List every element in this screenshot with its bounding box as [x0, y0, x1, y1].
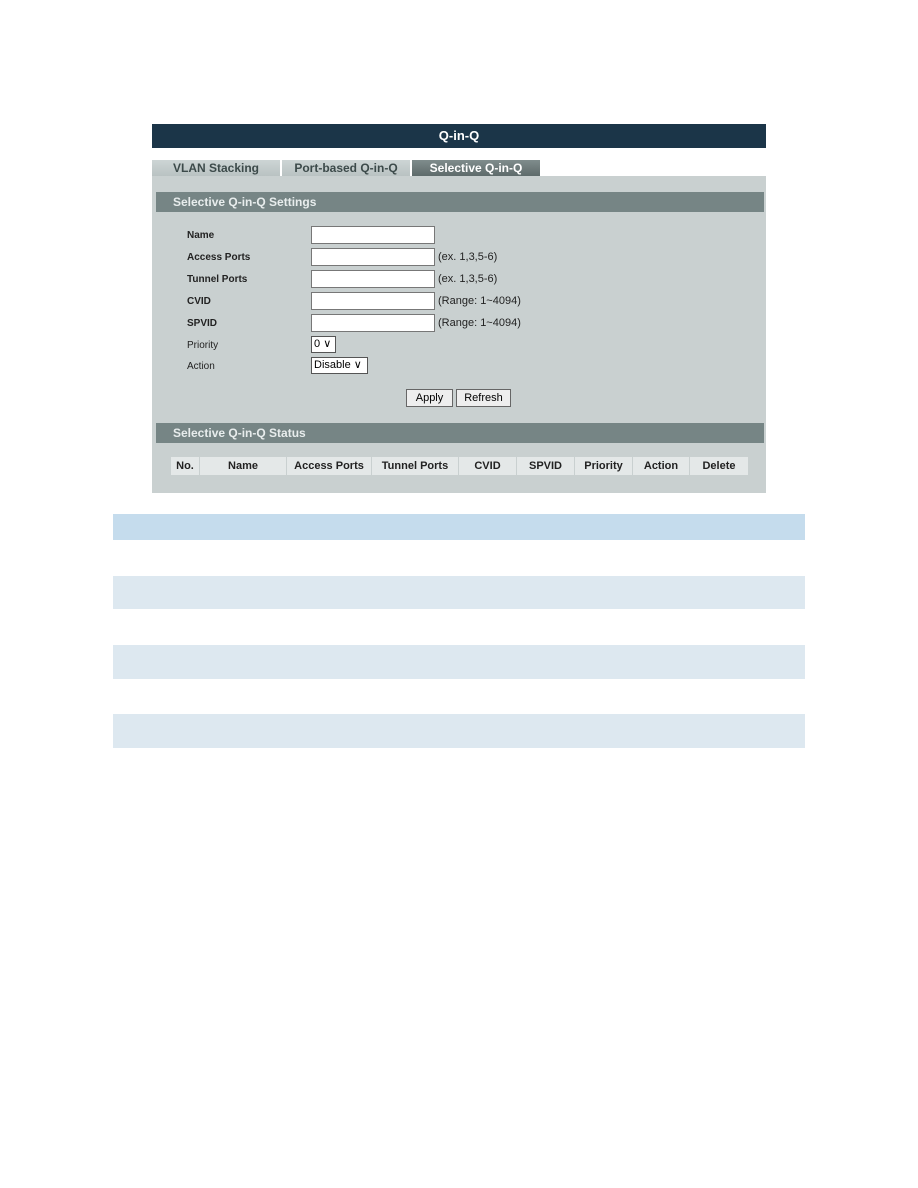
col-no: No. — [171, 457, 200, 475]
access-ports-input[interactable] — [311, 248, 435, 266]
tab-port-based-qinq[interactable]: Port-based Q-in-Q — [282, 160, 410, 176]
access-ports-hint: (ex. 1,3,5-6) — [438, 251, 498, 263]
col-priority: Priority — [575, 457, 633, 475]
spvid-label: SPVID — [187, 318, 218, 329]
table-band — [113, 645, 805, 679]
table-band — [113, 576, 805, 609]
col-access-ports: Access Ports — [287, 457, 372, 475]
access-ports-label: Access Ports — [187, 252, 251, 263]
status-table-header: No. Name Access Ports Tunnel Ports CVID … — [171, 457, 748, 475]
action-select[interactable]: Disable ∨ — [311, 357, 368, 374]
tunnel-ports-hint: (ex. 1,3,5-6) — [438, 273, 498, 285]
action-value: Disable — [314, 359, 351, 371]
page-title: Q-in-Q — [152, 124, 766, 148]
table-band — [113, 714, 805, 748]
priority-select[interactable]: 0 ∨ — [311, 336, 336, 353]
settings-section-header: Selective Q-in-Q Settings — [156, 192, 764, 212]
chevron-down-icon: ∨ — [353, 359, 362, 371]
action-label: Action — [187, 361, 215, 372]
spvid-hint: (Range: 1~4094) — [438, 317, 521, 329]
tab-selective-qinq[interactable]: Selective Q-in-Q — [412, 160, 540, 176]
col-cvid: CVID — [459, 457, 517, 475]
tunnel-ports-label: Tunnel Ports — [187, 274, 248, 285]
tunnel-ports-input[interactable] — [311, 270, 435, 288]
priority-value: 0 — [314, 338, 321, 350]
col-tunnel-ports: Tunnel Ports — [372, 457, 459, 475]
cvid-hint: (Range: 1~4094) — [438, 295, 521, 307]
tab-vlan-stacking[interactable]: VLAN Stacking — [152, 160, 280, 176]
chevron-down-icon: ∨ — [323, 338, 332, 350]
name-label: Name — [187, 230, 215, 241]
apply-button[interactable]: Apply — [406, 389, 453, 407]
name-input[interactable] — [311, 226, 435, 244]
col-action: Action — [633, 457, 690, 475]
col-spvid: SPVID — [517, 457, 575, 475]
content-panel — [152, 176, 766, 493]
col-name: Name — [200, 457, 287, 475]
cvid-input[interactable] — [311, 292, 435, 310]
refresh-button[interactable]: Refresh — [456, 389, 511, 407]
table-band-header — [113, 514, 805, 540]
col-delete: Delete — [702, 460, 736, 472]
priority-label: Priority — [187, 340, 219, 351]
spvid-input[interactable] — [311, 314, 435, 332]
cvid-label: CVID — [187, 296, 211, 307]
status-section-header: Selective Q-in-Q Status — [156, 423, 764, 443]
